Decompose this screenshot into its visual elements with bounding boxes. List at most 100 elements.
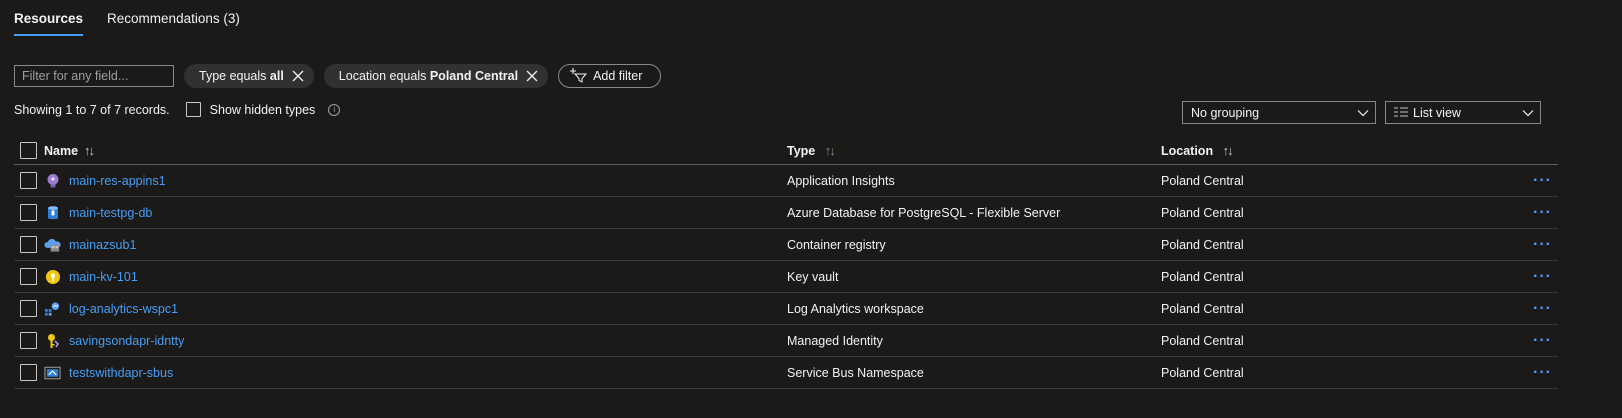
header-name-label: Name [44,143,79,158]
location-cell: Poland Central [1161,173,1244,188]
row-checkbox[interactable] [20,300,37,317]
location-cell: Poland Central [1161,365,1244,380]
close-icon[interactable] [290,68,306,84]
add-filter-icon [569,67,588,86]
sort-icon[interactable]: ↑↓ [1223,143,1234,158]
resource-name-link[interactable]: log-analytics-wspc1 [69,302,178,316]
header-name[interactable]: Name ↑↓ [44,143,787,158]
grid-header: Name ↑↓ Type ↑↓ Location ↑↓ [14,137,1558,165]
row-checkbox[interactable] [20,268,37,285]
table-row[interactable]: main-kv-101 Key vault Poland Central ··· [14,261,1558,293]
row-checkbox-cell [14,332,44,349]
table-row[interactable]: testswithdapr-sbus Service Bus Namespace… [14,357,1558,389]
view-dropdown[interactable]: List view [1385,101,1541,124]
header-location[interactable]: Location ↑↓ [1161,143,1531,158]
more-icon[interactable]: ··· [1533,204,1552,220]
chevron-down-icon [1522,106,1534,120]
row-checkbox[interactable] [20,332,37,349]
type-cell: Service Bus Namespace [787,365,924,380]
resource-name-link[interactable]: main-testpg-db [69,206,152,220]
tab-resources[interactable]: Resources [14,0,84,36]
more-actions-cell: ··· [1531,300,1558,316]
more-icon[interactable]: ··· [1533,364,1552,380]
row-checkbox[interactable] [20,236,37,253]
records-bar: Showing 1 to 7 of 7 records. Show hidden… [14,102,341,117]
resource-name-link[interactable]: testswithdapr-sbus [69,366,173,380]
show-hidden-types[interactable]: Show hidden types i [185,102,341,117]
resource-name-link[interactable]: savingsondapr-idntty [69,334,184,348]
table-row[interactable]: mainazsub1 Container registry Poland Cen… [14,229,1558,261]
more-icon[interactable]: ··· [1533,300,1552,316]
show-hidden-label: Show hidden types [209,102,316,117]
name-cell: main-res-appins1 [44,172,787,189]
filter-pill-type[interactable]: Type equals all [184,64,314,88]
table-row[interactable]: main-testpg-db Azure Database for Postgr… [14,197,1558,229]
select-all-checkbox[interactable] [20,142,37,159]
resources-grid: Name ↑↓ Type ↑↓ Location ↑↓ main-res-app… [14,137,1558,389]
info-icon[interactable]: i [328,103,341,116]
header-location-label: Location [1161,144,1214,158]
type-cell: Log Analytics workspace [787,301,924,316]
managed-identity-icon [44,332,61,349]
filter-pill-type-label: Type equals all [199,69,284,83]
name-cell: mainazsub1 [44,236,787,253]
filter-input[interactable] [14,65,174,87]
type-cell: Application Insights [787,173,895,188]
view-selected: List view [1413,105,1461,120]
list-view-icon [1394,106,1408,120]
application-insights-icon [44,172,61,189]
records-count: Showing 1 to 7 of 7 records. [14,102,170,117]
row-checkbox[interactable] [20,364,37,381]
row-checkbox-cell [14,268,44,285]
more-actions-cell: ··· [1531,172,1558,188]
table-row[interactable]: savingsondapr-idntty Managed Identity Po… [14,325,1558,357]
log-analytics-icon [44,300,61,317]
table-row[interactable]: main-res-appins1 Application Insights Po… [14,165,1558,197]
name-cell: log-analytics-wspc1 [44,300,787,317]
grouping-dropdown[interactable]: No grouping [1182,101,1376,124]
header-type-label: Type [787,144,816,158]
resource-name-link[interactable]: mainazsub1 [69,238,136,252]
more-actions-cell: ··· [1531,204,1558,220]
type-cell: Azure Database for PostgreSQL - Flexible… [787,205,1061,220]
table-row[interactable]: log-analytics-wspc1 Log Analytics worksp… [14,293,1558,325]
row-checkbox-cell [14,204,44,221]
more-icon[interactable]: ··· [1533,236,1552,252]
location-cell: Poland Central [1161,205,1244,220]
more-icon[interactable]: ··· [1533,332,1552,348]
location-cell: Poland Central [1161,333,1244,348]
view-selected-wrap: List view [1394,106,1461,120]
show-hidden-checkbox[interactable] [185,102,201,117]
filter-pill-location[interactable]: Location equals Poland Central [323,64,549,88]
container-registry-icon [44,236,61,253]
type-cell: Container registry [787,237,886,252]
service-bus-icon [44,364,61,381]
location-cell: Poland Central [1161,237,1244,252]
close-icon[interactable] [524,68,540,84]
chevron-down-icon [1357,106,1369,120]
tab-recommendations[interactable]: Recommendations (3) [107,0,240,36]
more-icon[interactable]: ··· [1533,172,1552,188]
tab-bar: Resources Recommendations (3) [14,0,240,38]
more-icon[interactable]: ··· [1533,268,1552,284]
grouping-selected: No grouping [1191,105,1260,120]
type-cell: Key vault [787,269,839,284]
row-checkbox-cell [14,364,44,381]
row-checkbox[interactable] [20,204,37,221]
more-actions-cell: ··· [1531,364,1558,380]
resource-name-link[interactable]: main-res-appins1 [69,174,166,188]
row-checkbox-cell [14,172,44,189]
row-checkbox[interactable] [20,172,37,189]
more-actions-cell: ··· [1531,236,1558,252]
name-cell: savingsondapr-idntty [44,332,787,349]
row-checkbox-cell [14,236,44,253]
header-type[interactable]: Type ↑↓ [787,143,1161,158]
resource-name-link[interactable]: main-kv-101 [69,270,138,284]
filter-pill-location-label: Location equals Poland Central [338,69,519,83]
sort-icon[interactable]: ↑↓ [825,143,836,158]
row-checkbox-cell [14,300,44,317]
add-filter-button[interactable]: Add filter [558,64,662,88]
name-cell: main-kv-101 [44,268,787,285]
sort-icon[interactable]: ↑↓ [84,143,95,158]
filter-bar: Type equals all Location equals Poland C… [14,64,662,88]
